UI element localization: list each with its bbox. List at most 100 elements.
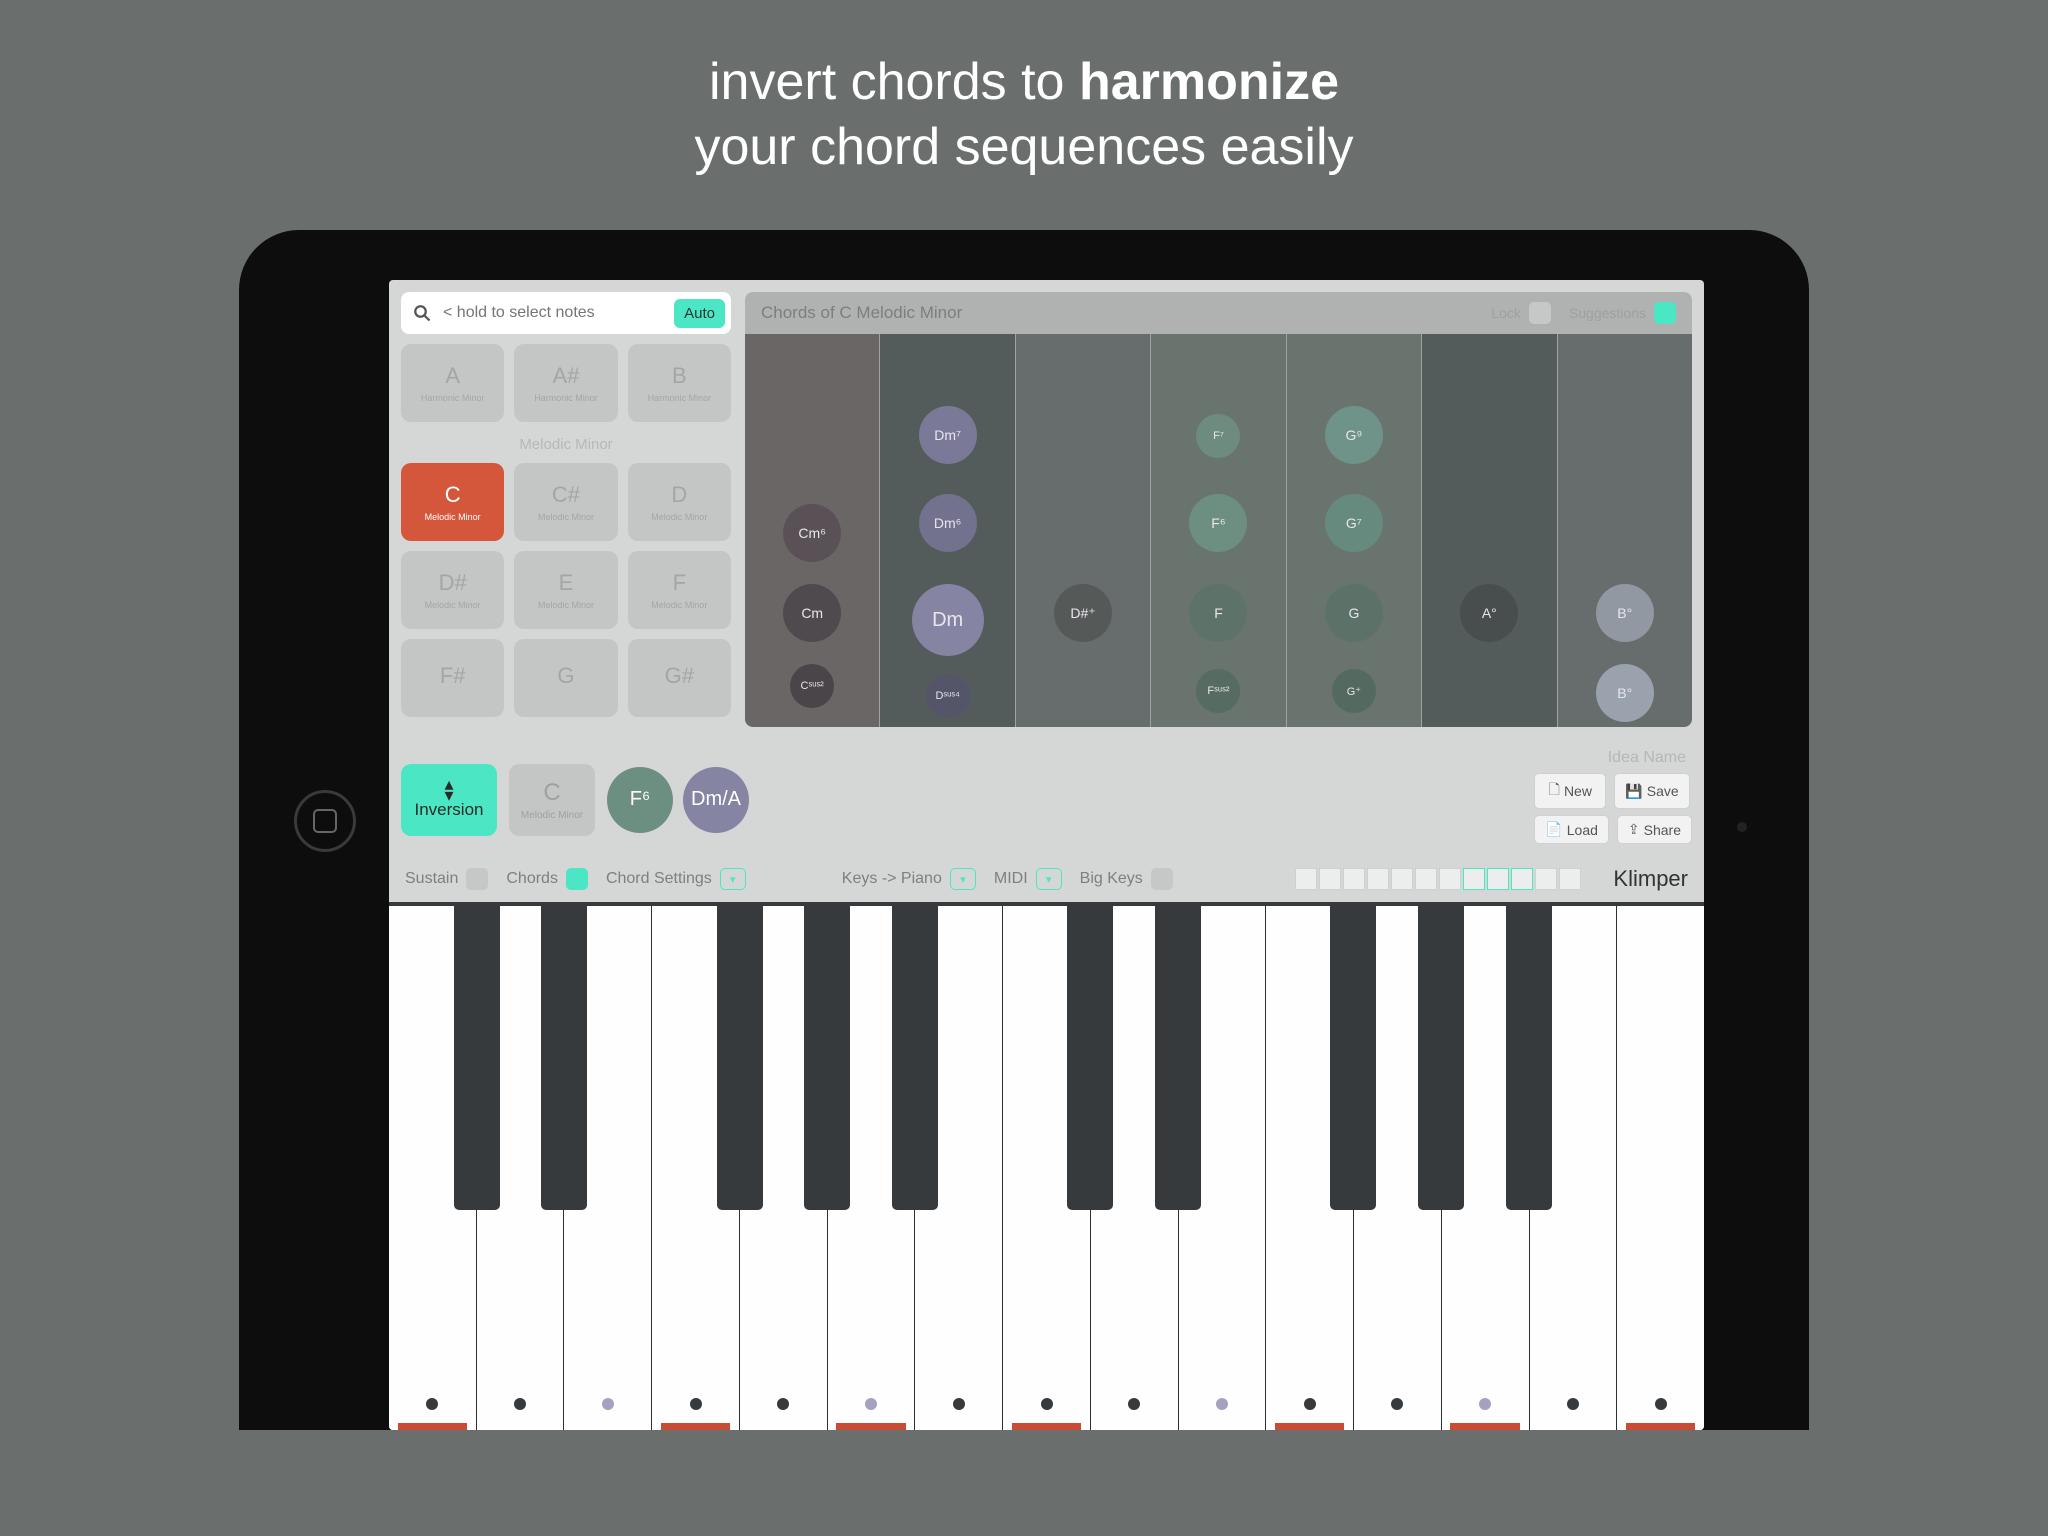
sequence-chord[interactable]: F⁶ [607,767,673,833]
black-key[interactable] [892,906,938,1210]
mini-key[interactable] [1391,868,1413,890]
new-button[interactable]: 🗋 New [1534,773,1606,809]
chord-chip[interactable]: F⁶ [1189,494,1247,552]
chord-column: D#⁺ [1015,334,1150,727]
mini-key[interactable] [1319,868,1341,890]
key-cell-F#[interactable]: F# [401,639,504,717]
chord-settings-dropdown[interactable]: ▾ [720,868,746,890]
chord-chip[interactable]: D#⁺ [1054,584,1112,642]
key-cell-A[interactable]: AHarmonic Minor [401,344,504,422]
chord-chip[interactable]: Fˢᵘˢ² [1196,669,1240,713]
chord-chip[interactable]: F [1189,584,1247,642]
key-cell-A#[interactable]: A#Harmonic Minor [514,344,617,422]
search-bar: Auto [401,292,731,334]
black-key[interactable] [454,906,500,1210]
load-button[interactable]: 📄 Load [1534,815,1609,844]
chord-chip[interactable]: G⁷ [1325,494,1383,552]
chord-chip[interactable]: A° [1460,584,1518,642]
chords-toggle[interactable] [566,868,588,890]
chord-panel: Chords of C Melodic Minor Lock Suggestio… [745,292,1692,727]
piano-keyboard[interactable] [389,902,1704,1430]
ipad-home-button [294,790,356,852]
marketing-headline: invert chords to harmonize your chord se… [0,0,2048,180]
chord-chip[interactable]: Dm [912,584,984,656]
share-button[interactable]: ⇪ Share [1617,815,1692,844]
black-key[interactable] [717,906,763,1210]
midi-dropdown[interactable]: ▾ [1036,868,1062,890]
chord-chip[interactable]: Cm⁶ [783,504,841,562]
mini-key[interactable] [1463,868,1485,890]
chord-chip[interactable]: B° [1596,584,1654,642]
mini-key[interactable] [1439,868,1461,890]
chord-column: B° B° [1557,334,1692,727]
chord-chip[interactable]: G⁹ [1325,406,1383,464]
chord-settings-label: Chord Settings [606,870,712,888]
key-grid: AHarmonic MinorA#Harmonic MinorBHarmonic… [401,344,731,717]
sustain-toggle[interactable] [466,868,488,890]
mini-key[interactable] [1415,868,1437,890]
auto-button[interactable]: Auto [674,299,725,328]
chord-chip[interactable]: Dm⁷ [919,406,977,464]
sequence-row: ▴▾ Inversion CMelodic Minor F⁶Dm/A Idea … [389,739,1704,860]
key-cell-E[interactable]: EMelodic Minor [514,551,617,629]
options-bar: Sustain Chords Chord Settings ▾ Keys -> P… [389,860,1704,902]
suggestions-label: Suggestions [1569,305,1646,321]
key-cell-B[interactable]: BHarmonic Minor [628,344,731,422]
mini-keyboard-nav[interactable] [1295,868,1581,890]
black-key[interactable] [1330,906,1376,1210]
chord-chip[interactable]: B° [1596,664,1654,722]
black-key[interactable] [1418,906,1464,1210]
mini-key[interactable] [1295,868,1317,890]
chord-chip[interactable]: Cˢᵘˢ² [790,664,834,708]
chord-chip[interactable]: Dˢᵘˢ⁴ [926,674,970,718]
key-cell-G#[interactable]: G# [628,639,731,717]
bigkeys-label: Big Keys [1080,870,1143,888]
sequence-key[interactable]: CMelodic Minor [509,764,595,836]
chord-chip[interactable]: F⁷ [1196,414,1240,458]
bigkeys-toggle[interactable] [1151,868,1173,890]
key-cell-C#[interactable]: C#Melodic Minor [514,463,617,541]
idea-name-label: Idea Name [1534,749,1692,767]
black-key[interactable] [804,906,850,1210]
lock-toggle[interactable] [1529,302,1551,324]
keys-piano-dropdown[interactable]: ▾ [950,868,976,890]
search-icon[interactable] [407,298,437,328]
chord-chip[interactable]: Dm⁶ [919,494,977,552]
key-cell-D#[interactable]: D#Melodic Minor [401,551,504,629]
mini-key[interactable] [1367,868,1389,890]
chord-chip[interactable]: G [1325,584,1383,642]
inversion-icon: ▴▾ [444,779,453,801]
chord-column: A° [1421,334,1556,727]
save-button[interactable]: 💾 Save [1614,773,1689,809]
app-screen: Auto AHarmonic MinorA#Harmonic MinorBHar… [389,280,1704,1430]
mini-key[interactable] [1511,868,1533,890]
inversion-button[interactable]: ▴▾ Inversion [401,764,497,836]
chord-column: F⁷ F⁶ F Fˢᵘˢ² [1150,334,1285,727]
mini-key[interactable] [1559,868,1581,890]
sequence-chord[interactable]: Dm/A [683,767,749,833]
chords-label: Chords [506,870,558,888]
search-input[interactable] [443,304,668,322]
key-cell-G[interactable]: G [514,639,617,717]
midi-label: MIDI [994,870,1028,888]
chord-chip[interactable]: G⁺ [1332,669,1376,713]
key-cell-F[interactable]: FMelodic Minor [628,551,731,629]
chord-chip[interactable]: Cm [783,584,841,642]
suggestions-toggle[interactable] [1654,302,1676,324]
black-key[interactable] [1506,906,1552,1210]
white-key[interactable] [1617,906,1704,1430]
mini-key[interactable] [1535,868,1557,890]
mini-key[interactable] [1343,868,1365,890]
key-cell-C[interactable]: CMelodic Minor [401,463,504,541]
key-section-label: Melodic Minor [401,436,731,453]
chord-column: G⁹ G⁷ G G⁺ [1286,334,1421,727]
black-key[interactable] [1067,906,1113,1210]
mini-key[interactable] [1487,868,1509,890]
black-key[interactable] [541,906,587,1210]
key-cell-D[interactable]: DMelodic Minor [628,463,731,541]
sustain-label: Sustain [405,870,458,888]
keys-piano-label: Keys -> Piano [842,870,942,888]
brand-label: Klimper [1613,866,1688,892]
chord-column: Cm⁶ Cm Cˢᵘˢ² [745,334,879,727]
black-key[interactable] [1155,906,1201,1210]
